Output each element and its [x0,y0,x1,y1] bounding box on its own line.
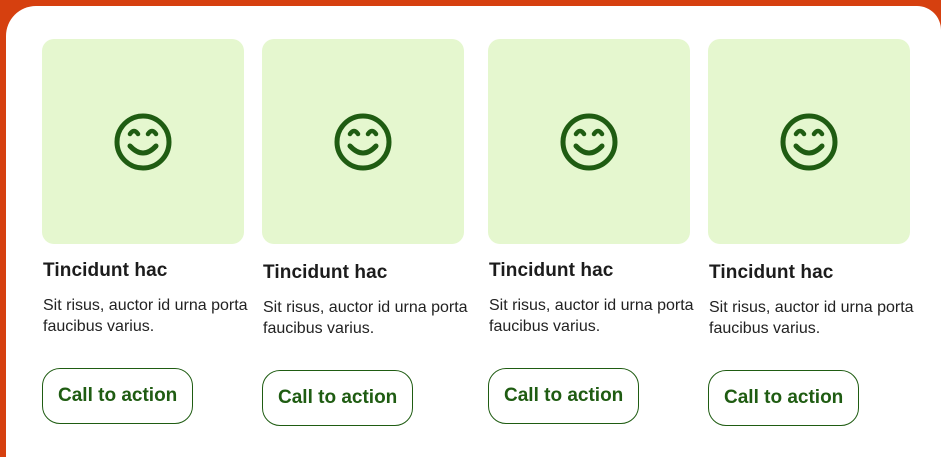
call-to-action-button[interactable]: Call to action [488,368,640,424]
card-description: Sit risus, auctor id urna porta faucibus… [489,297,694,335]
card-description: Sit risus, auctor id urna porta faucibus… [709,299,914,337]
card-image-tile [488,39,690,244]
call-to-action-button[interactable]: Call to action [262,370,414,426]
smiley-face-icon [334,113,392,170]
card-title: Tincidunt hac [489,260,614,281]
card-description: Sit risus, auctor id urna porta faucibus… [263,299,468,337]
call-to-action-button[interactable]: Call to action [42,368,194,424]
feature-card: Tincidunt hac Sit risus, auctor id urna … [42,6,252,457]
smiley-face-icon [114,113,172,170]
card-description: Sit risus, auctor id urna porta faucibus… [43,297,248,335]
feature-card: Tincidunt hac Sit risus, auctor id urna … [708,6,918,457]
card-title: Tincidunt hac [43,260,168,281]
card-panel: Tincidunt hac Sit risus, auctor id urna … [6,6,941,457]
card-image-tile [708,39,910,244]
smiley-face-icon [780,113,838,170]
card-image-tile [262,39,464,244]
card-title: Tincidunt hac [263,262,388,283]
card-title: Tincidunt hac [709,262,834,283]
call-to-action-button[interactable]: Call to action [708,370,860,426]
card-image-tile [42,39,244,244]
smiley-face-icon [560,113,618,170]
feature-card: Tincidunt hac Sit risus, auctor id urna … [488,6,698,457]
feature-card: Tincidunt hac Sit risus, auctor id urna … [262,6,472,457]
